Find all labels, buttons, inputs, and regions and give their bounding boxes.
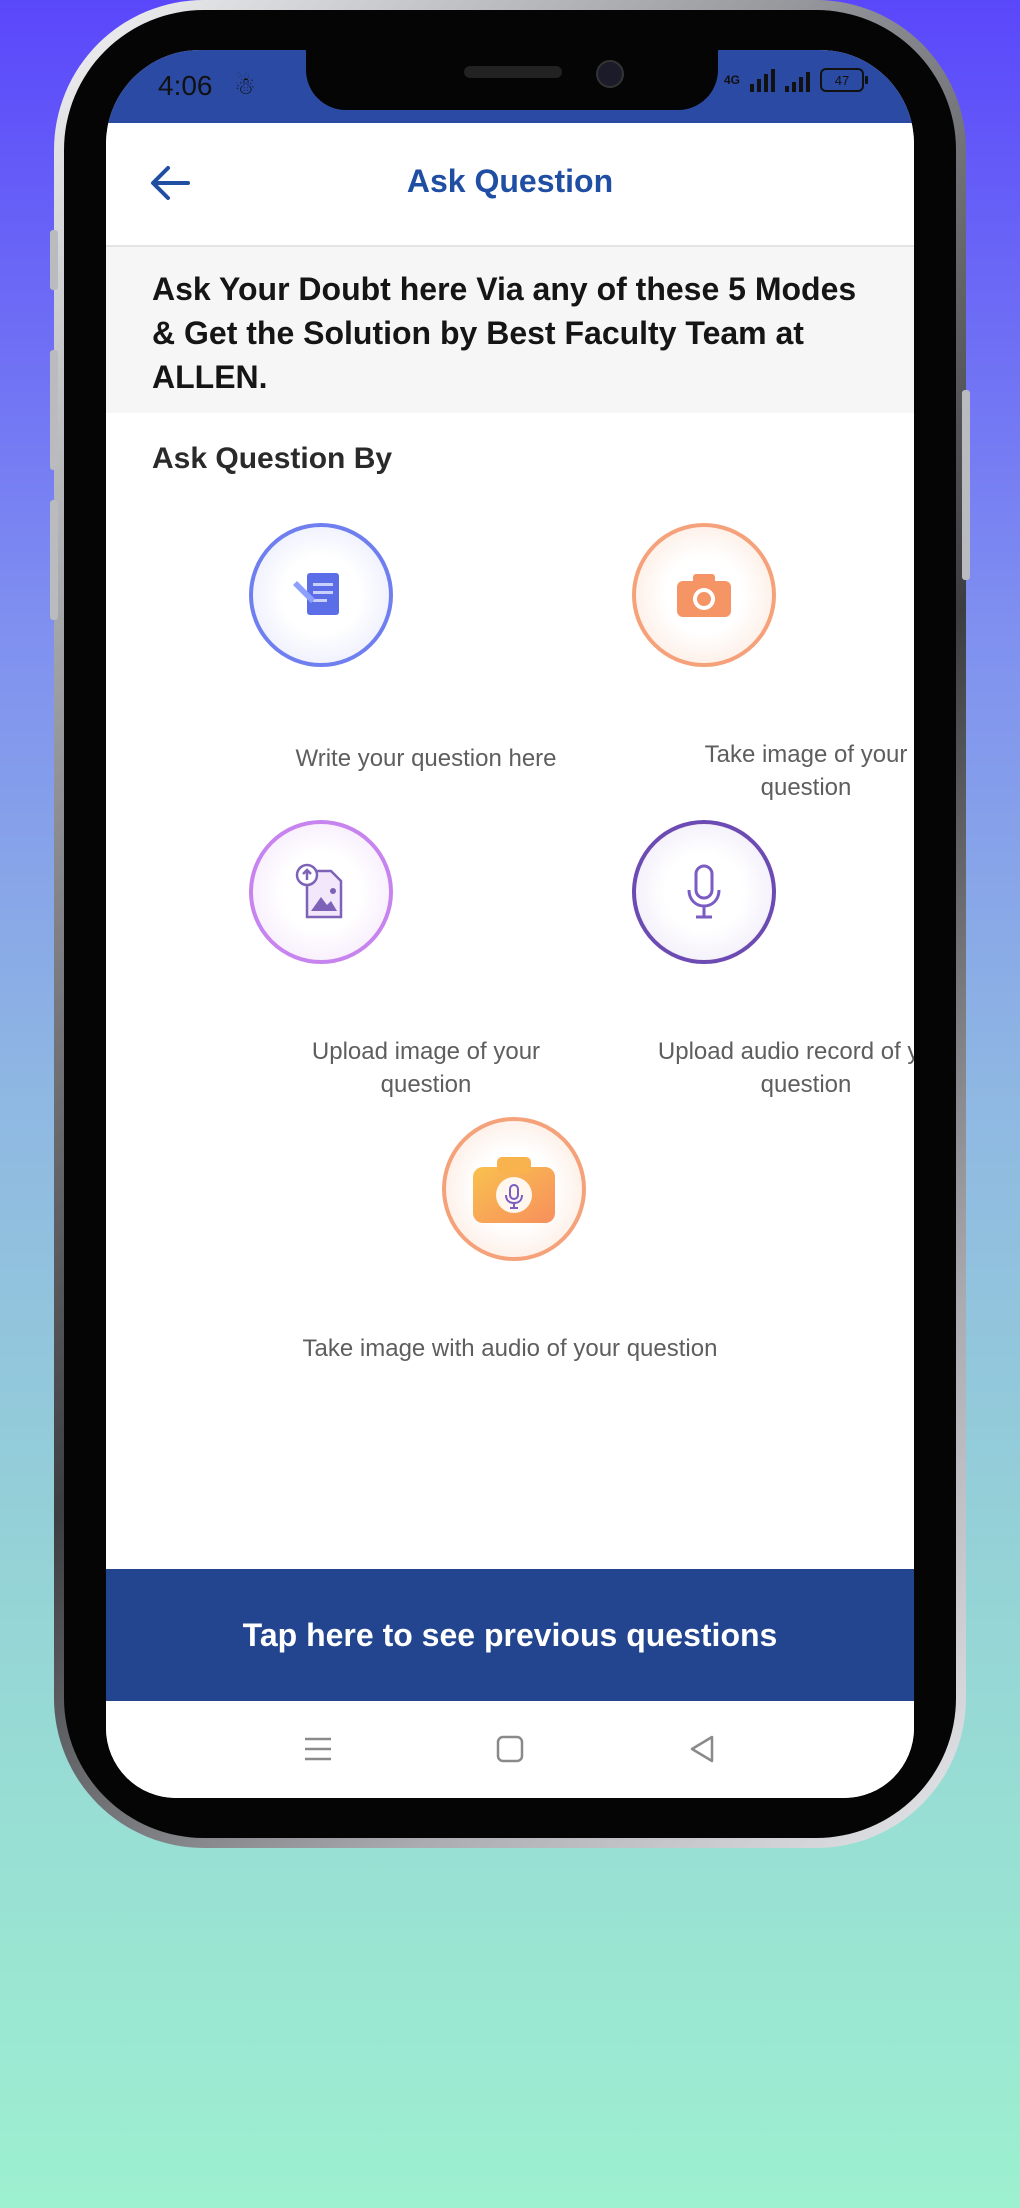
signal-icon (785, 68, 810, 92)
option-label: Take image of your question (704, 741, 908, 801)
battery-icon: 47 (820, 68, 868, 92)
app-screen: 4:06 ☃ 4G 47 Ask Question Ask Your Doubt… (106, 50, 914, 1798)
status-time: 4:06 (158, 70, 213, 101)
phone-side-button (50, 500, 58, 620)
network-type-label: 4G (723, 73, 740, 87)
write-question-icon[interactable] (249, 523, 393, 667)
speaker-grille (464, 66, 562, 78)
back-icon[interactable] (686, 1733, 718, 1765)
upload-image-icon[interactable] (249, 820, 393, 964)
option-label: Upload audio record of your question (657, 1038, 914, 1098)
home-icon[interactable] (494, 1733, 526, 1765)
phone-side-button (50, 350, 58, 470)
phone-side-button (962, 390, 970, 580)
signal-icon (750, 68, 775, 92)
front-camera (596, 60, 624, 88)
page-title: Ask Question (406, 163, 614, 199)
section-label: Ask Question By (152, 442, 393, 475)
previous-questions-button[interactable]: Tap here to see previous questions (106, 1569, 914, 1701)
option-label: Take image with audio of your question (302, 1335, 718, 1362)
system-nav-bar (106, 1701, 914, 1798)
phone-notch (306, 50, 718, 110)
status-right: 4G 47 (723, 68, 868, 92)
phone-side-button (50, 230, 58, 290)
option-label: Write your question here (295, 745, 557, 772)
option-label: Upload image of your question (311, 1038, 541, 1098)
notification-icon: ☃ (234, 73, 256, 100)
app-header: Ask Question (106, 123, 914, 247)
microphone-icon[interactable] (632, 820, 776, 964)
battery-level: 47 (834, 72, 850, 88)
intro-banner: Ask Your Doubt here Via any of these 5 M… (106, 247, 914, 413)
menu-icon[interactable] (302, 1733, 334, 1765)
camera-icon[interactable] (632, 523, 776, 667)
camera-mic-icon[interactable] (442, 1117, 586, 1261)
previous-questions-label: Tap here to see previous questions (242, 1616, 778, 1653)
intro-text: Ask Your Doubt here Via any of these 5 M… (152, 271, 857, 395)
